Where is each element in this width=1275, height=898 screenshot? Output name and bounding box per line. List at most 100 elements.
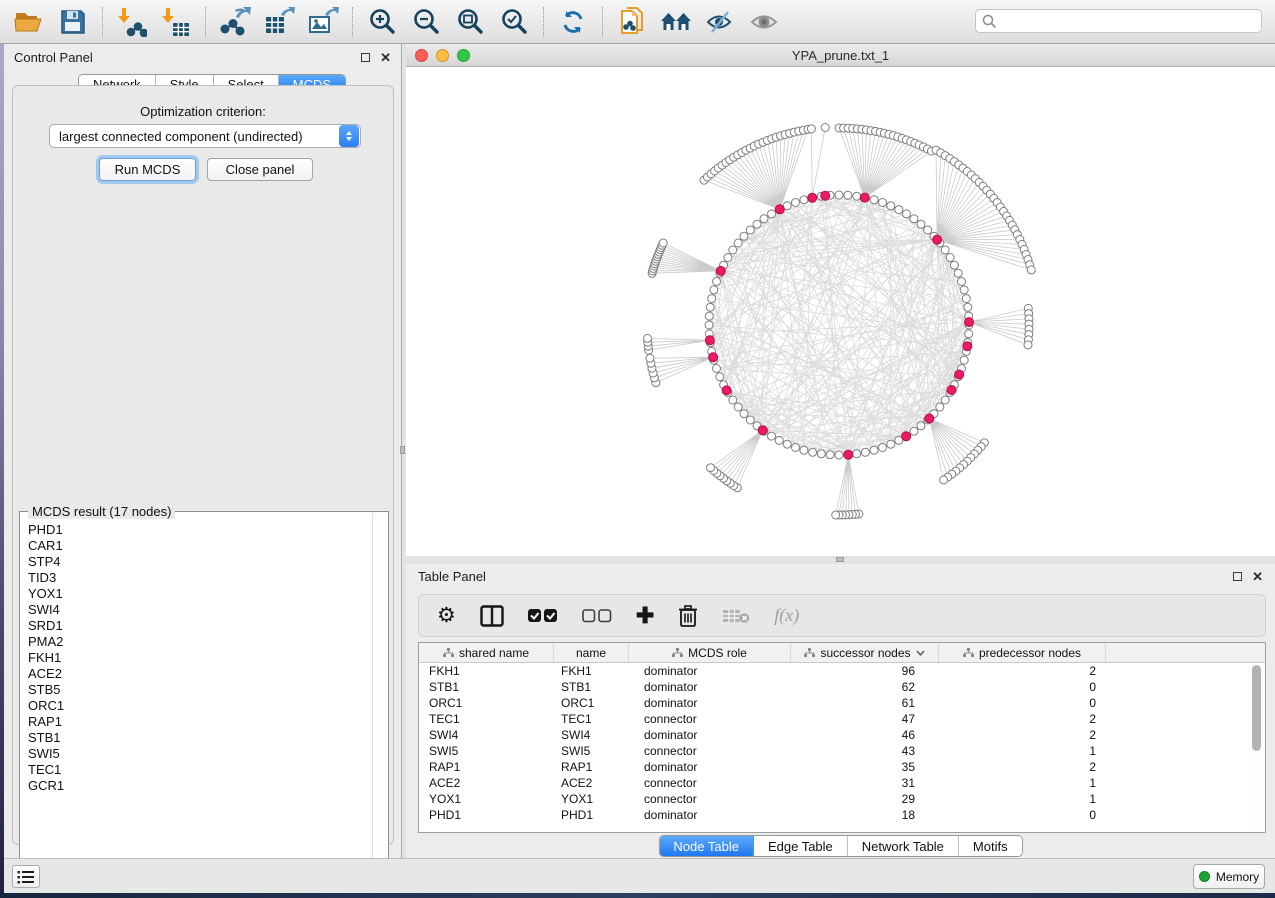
mcds-list-item[interactable]: PHD1 bbox=[21, 522, 373, 538]
cell-successor-nodes: 61 bbox=[791, 696, 939, 710]
cell-name: ACE2 bbox=[554, 776, 629, 790]
mcds-list-item[interactable]: TEC1 bbox=[21, 762, 373, 778]
optimization-criterion-dropdown[interactable]: largest connected component (undirected) bbox=[49, 124, 361, 148]
node-table-body: FKH1FKH1dominator962STB1STB1dominator620… bbox=[419, 663, 1265, 823]
close-table-panel-icon[interactable]: ✕ bbox=[1252, 570, 1263, 583]
zoom-out-icon[interactable] bbox=[409, 5, 443, 39]
cell-predecessor-nodes: 0 bbox=[939, 696, 1106, 710]
table-row[interactable]: RAP1RAP1dominator352 bbox=[419, 759, 1265, 775]
node-table-header: shared namenameMCDS rolesuccessor nodesp… bbox=[419, 643, 1265, 663]
save-icon[interactable] bbox=[56, 5, 90, 39]
mcds-list-item[interactable]: FKH1 bbox=[21, 650, 373, 666]
optimization-criterion-label: Optimization criterion: bbox=[13, 104, 393, 119]
import-table-icon[interactable] bbox=[159, 5, 193, 39]
mcds-list-item[interactable]: STB1 bbox=[21, 730, 373, 746]
table-row[interactable]: SWI4SWI4dominator462 bbox=[419, 727, 1265, 743]
cell-shared-name: FKH1 bbox=[419, 664, 554, 678]
zoom-fit-icon[interactable] bbox=[453, 5, 487, 39]
export-image-icon[interactable] bbox=[306, 5, 340, 39]
split-view-icon[interactable] bbox=[480, 601, 504, 631]
column-header-name[interactable]: name bbox=[554, 643, 629, 662]
delete-column-icon[interactable] bbox=[678, 601, 698, 631]
float-panel-icon[interactable] bbox=[361, 53, 370, 62]
cell-MCDS-role: connector bbox=[629, 776, 791, 790]
mcds-list-item[interactable]: RAP1 bbox=[21, 714, 373, 730]
refresh-icon[interactable] bbox=[556, 5, 590, 39]
first-neighbors-icon[interactable] bbox=[659, 5, 693, 39]
cell-MCDS-role: dominator bbox=[629, 760, 791, 774]
mcds-list-scrollbar[interactable] bbox=[372, 513, 387, 881]
column-header-shared-name[interactable]: shared name bbox=[419, 643, 554, 662]
tab-motifs[interactable]: Motifs bbox=[959, 836, 1022, 856]
show-all-icon[interactable] bbox=[747, 5, 781, 39]
select-all-icon[interactable] bbox=[528, 601, 558, 631]
float-table-panel-icon[interactable] bbox=[1233, 572, 1242, 581]
add-column-icon[interactable]: ✚ bbox=[636, 601, 654, 631]
zoom-in-icon[interactable] bbox=[365, 5, 399, 39]
mcds-list-item[interactable]: YOX1 bbox=[21, 586, 373, 602]
cell-name: STB1 bbox=[554, 680, 629, 694]
network-canvas[interactable] bbox=[406, 67, 1275, 556]
export-table-icon[interactable] bbox=[262, 5, 296, 39]
table-row[interactable]: FKH1FKH1dominator962 bbox=[419, 663, 1265, 679]
mcds-list-item[interactable]: SWI5 bbox=[21, 746, 373, 762]
vertical-splitter-handle[interactable] bbox=[400, 446, 405, 454]
mcds-result-list: PHD1CAR1STP4TID3YOX1SWI4SRD1PMA2FKH1ACE2… bbox=[21, 522, 373, 880]
import-network-icon[interactable] bbox=[115, 5, 149, 39]
network-graph bbox=[406, 67, 1275, 556]
mcds-list-item[interactable]: GCR1 bbox=[21, 778, 373, 794]
memory-button[interactable]: Memory bbox=[1193, 864, 1265, 889]
mcds-list-item[interactable]: ORC1 bbox=[21, 698, 373, 714]
function-builder-icon: f(x) bbox=[774, 601, 799, 631]
control-panel-header: Control Panel ✕ bbox=[4, 44, 401, 70]
tab-node-table[interactable]: Node Table bbox=[659, 836, 754, 856]
cell-MCDS-role: dominator bbox=[629, 728, 791, 742]
horizontal-splitter-handle[interactable] bbox=[836, 557, 844, 562]
table-scrollbar-thumb[interactable] bbox=[1252, 665, 1261, 751]
table-row[interactable]: ACE2ACE2connector311 bbox=[419, 775, 1265, 791]
mcds-list-item[interactable]: SWI4 bbox=[21, 602, 373, 618]
run-mcds-button[interactable]: Run MCDS bbox=[99, 158, 196, 181]
mcds-list-item[interactable]: SRD1 bbox=[21, 618, 373, 634]
mcds-list-item[interactable]: STP4 bbox=[21, 554, 373, 570]
zoom-selected-icon[interactable] bbox=[497, 5, 531, 39]
mcds-list-item[interactable]: PMA2 bbox=[21, 634, 373, 650]
mcds-list-item[interactable]: ACE2 bbox=[21, 666, 373, 682]
cell-name: RAP1 bbox=[554, 760, 629, 774]
cell-shared-name: SWI5 bbox=[419, 744, 554, 758]
table-row[interactable]: STB1STB1dominator620 bbox=[419, 679, 1265, 695]
table-row[interactable]: TEC1TEC1connector472 bbox=[419, 711, 1265, 727]
cell-name: FKH1 bbox=[554, 664, 629, 678]
cell-MCDS-role: dominator bbox=[629, 664, 791, 678]
cell-MCDS-role: dominator bbox=[629, 680, 791, 694]
table-settings-icon[interactable]: ⚙ bbox=[437, 601, 456, 631]
mcds-list-item[interactable]: TID3 bbox=[21, 570, 373, 586]
table-row[interactable]: PHD1PHD1dominator180 bbox=[419, 807, 1265, 823]
mcds-list-item[interactable]: CAR1 bbox=[21, 538, 373, 554]
open-folder-icon[interactable] bbox=[12, 5, 46, 39]
deselect-all-icon[interactable] bbox=[582, 601, 612, 631]
tab-network-table[interactable]: Network Table bbox=[848, 836, 959, 856]
search-input[interactable] bbox=[997, 14, 1261, 28]
column-header-MCDS-role[interactable]: MCDS role bbox=[629, 643, 791, 662]
table-panel: Table Panel ✕ ⚙ ✚ f(x) shared namenameMC… bbox=[406, 564, 1275, 858]
close-panel-icon[interactable]: ✕ bbox=[380, 51, 391, 64]
task-history-button[interactable] bbox=[12, 865, 40, 888]
hide-selected-icon[interactable] bbox=[703, 5, 737, 39]
table-scrollbar[interactable] bbox=[1250, 665, 1263, 830]
cell-shared-name: RAP1 bbox=[419, 760, 554, 774]
network-file-icon[interactable] bbox=[615, 5, 649, 39]
cell-predecessor-nodes: 1 bbox=[939, 776, 1106, 790]
tab-edge-table[interactable]: Edge Table bbox=[754, 836, 848, 856]
export-network-icon[interactable] bbox=[218, 5, 252, 39]
close-panel-button[interactable]: Close panel bbox=[207, 158, 313, 181]
column-header-successor-nodes[interactable]: successor nodes bbox=[791, 643, 939, 662]
table-row[interactable]: ORC1ORC1dominator610 bbox=[419, 695, 1265, 711]
cell-predecessor-nodes: 2 bbox=[939, 728, 1106, 742]
table-row[interactable]: YOX1YOX1connector291 bbox=[419, 791, 1265, 807]
mcds-list-item[interactable]: STB5 bbox=[21, 682, 373, 698]
table-row[interactable]: SWI5SWI5connector431 bbox=[419, 743, 1265, 759]
cell-predecessor-nodes: 0 bbox=[939, 680, 1106, 694]
column-header-predecessor-nodes[interactable]: predecessor nodes bbox=[939, 643, 1106, 662]
search-field[interactable] bbox=[975, 9, 1262, 33]
